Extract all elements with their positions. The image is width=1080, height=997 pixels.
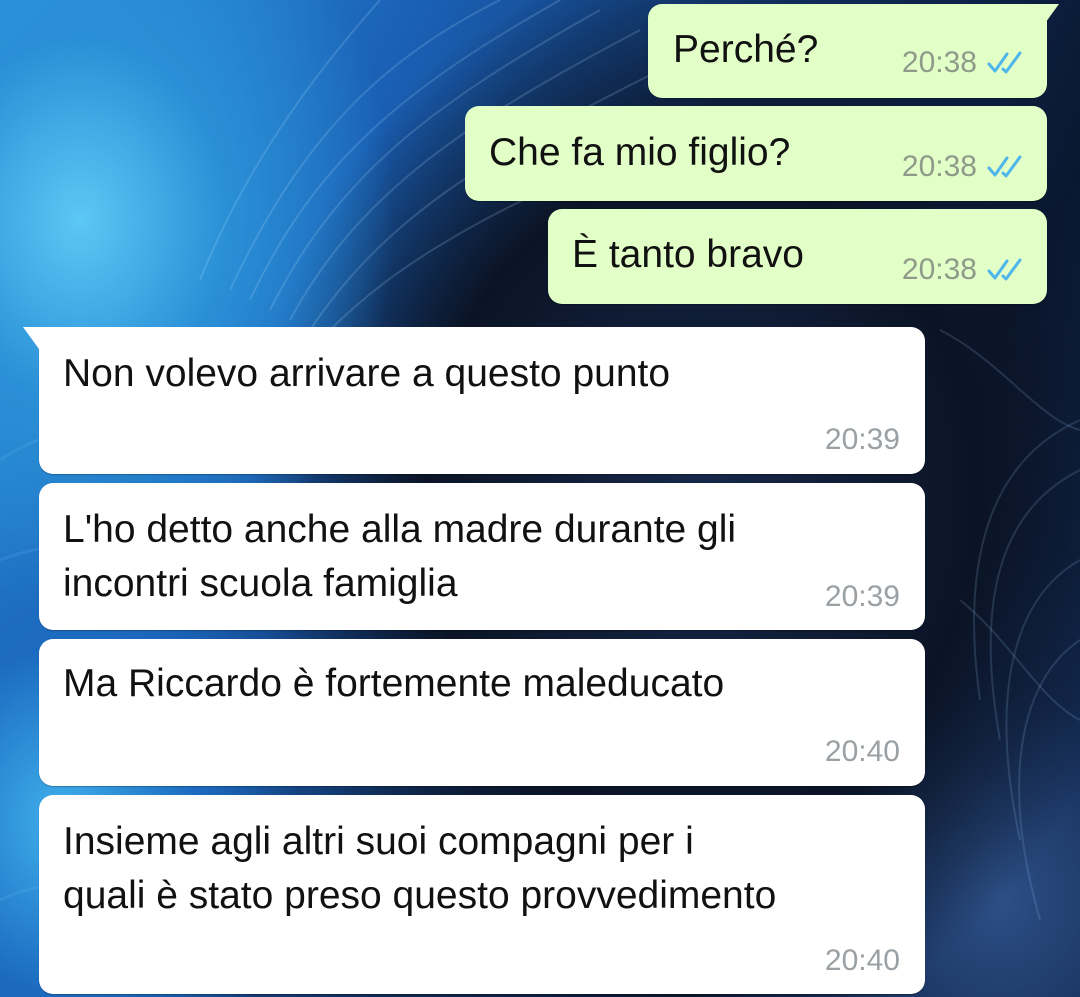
message-meta: 20:38 [902, 150, 1027, 184]
message-time: 20:38 [901, 46, 977, 79]
message-bubble-incoming[interactable]: L'ho detto anche alla madre durante gli … [39, 483, 925, 630]
message-meta: 20:40 [825, 944, 900, 978]
message-time: 20:40 [824, 944, 900, 977]
message-meta: 20:38 [902, 253, 1027, 287]
message-text: Insieme agli altri suoi compagni per i q… [63, 820, 777, 917]
message-bubble-incoming[interactable]: Ma Riccardo è fortemente maleducato 20:4… [39, 639, 925, 786]
bubble-tail [1043, 4, 1059, 26]
message-meta: 20:39 [825, 423, 900, 457]
double-check-read-icon [987, 155, 1022, 178]
message-time: 20:39 [824, 580, 900, 613]
message-meta: 20:40 [825, 735, 900, 769]
double-check-read-icon [987, 51, 1022, 74]
message-bubble-outgoing[interactable]: Perché? 20:38 [648, 4, 1059, 98]
message-meta: 20:38 [902, 46, 1027, 80]
message-meta: 20:39 [825, 580, 900, 614]
message-text: L'ho detto anche alla madre durante gli … [63, 508, 737, 605]
message-time: 20:38 [901, 253, 977, 286]
message-bubble-incoming[interactable]: Non volevo arrivare a questo punto 20:39 [23, 327, 925, 474]
message-bubble-outgoing[interactable]: Che fa mio figlio? 20:38 [465, 106, 1047, 201]
message-time: 20:38 [901, 150, 977, 183]
message-time: 20:40 [824, 735, 900, 768]
bubble-tail [23, 327, 39, 349]
message-bubble-outgoing[interactable]: È tanto bravo 20:38 [548, 209, 1047, 304]
message-bubble-incoming[interactable]: Insieme agli altri suoi compagni per i q… [39, 795, 925, 994]
double-check-read-icon [987, 258, 1022, 281]
message-text: Perché? [673, 28, 819, 71]
message-text: Ma Riccardo è fortemente maleducato [63, 662, 725, 705]
message-text: Che fa mio figlio? [489, 131, 791, 174]
message-text: È tanto bravo [572, 233, 804, 276]
message-time: 20:39 [824, 423, 900, 456]
message-text: Non volevo arrivare a questo punto [63, 352, 671, 395]
